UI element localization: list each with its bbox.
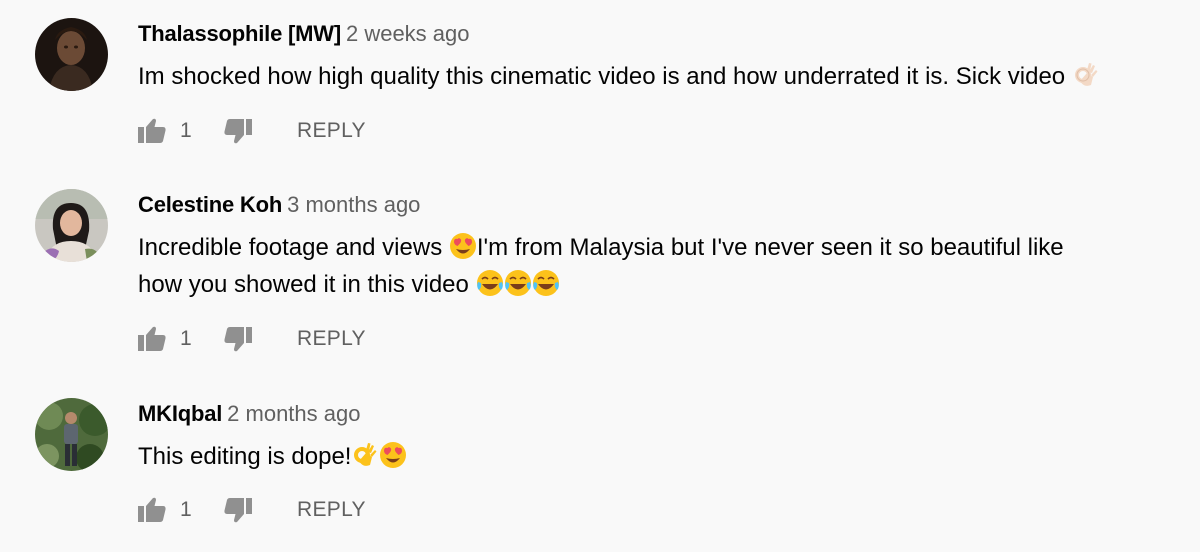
- comment-text: This editing is dope!: [138, 438, 407, 475]
- like-button[interactable]: [136, 116, 168, 146]
- comment-text-line: This editing is dope!: [138, 443, 352, 470]
- avatar[interactable]: [35, 189, 108, 262]
- tears-of-joy-emoji-icon: [504, 269, 532, 297]
- heart-eyes-emoji-icon: [379, 441, 407, 469]
- like-count: 1: [180, 327, 192, 350]
- dislike-button[interactable]: [222, 324, 254, 354]
- heart-eyes-emoji-icon: [449, 232, 477, 260]
- comment-timestamp[interactable]: 2 months ago: [227, 401, 360, 426]
- avatar[interactable]: [35, 18, 108, 91]
- author-name[interactable]: MKIqbal: [138, 401, 222, 426]
- comment-timestamp[interactable]: 3 months ago: [287, 192, 420, 217]
- tears-of-joy-emoji-icon: [532, 269, 560, 297]
- comment-header: Thalassophile [MW] 2 weeks ago: [138, 19, 470, 49]
- emoji-group: [476, 266, 560, 303]
- comment-text: Im shocked how high quality this cinemat…: [138, 58, 1100, 95]
- reply-button[interactable]: REPLY: [297, 116, 366, 146]
- tears-of-joy-emoji-icon: [476, 269, 504, 297]
- ok-hand-light-emoji-icon: [1072, 61, 1100, 89]
- thumbs-down-icon: [224, 498, 252, 523]
- thumbs-up-icon: [138, 326, 166, 351]
- ok-hand-emoji-icon: [351, 441, 379, 469]
- like-button[interactable]: [136, 324, 168, 354]
- comment-text: Incredible footage and views I'm from Ma…: [138, 229, 1064, 303]
- like-button[interactable]: [136, 495, 168, 525]
- thumbs-up-icon: [138, 497, 166, 522]
- comment-header: Celestine Koh 3 months ago: [138, 190, 420, 220]
- thumbs-down-icon: [224, 327, 252, 352]
- like-count: 1: [180, 119, 192, 142]
- dislike-button[interactable]: [222, 116, 254, 146]
- comment-header: MKIqbal 2 months ago: [138, 399, 360, 429]
- comment-text-segment: Incredible footage and views: [138, 234, 443, 261]
- author-name[interactable]: Thalassophile [MW]: [138, 21, 341, 46]
- like-count: 1: [180, 498, 192, 521]
- comment-text-line: Im shocked how high quality this cinemat…: [138, 63, 1066, 90]
- comment-timestamp[interactable]: 2 weeks ago: [346, 21, 470, 46]
- comment-text-segment: I'm from Malaysia but I've never seen it…: [476, 234, 1064, 261]
- avatar[interactable]: [35, 398, 108, 471]
- comment-text-line: how you showed it in this video: [138, 271, 469, 298]
- reply-button[interactable]: REPLY: [297, 495, 366, 525]
- dislike-button[interactable]: [222, 495, 254, 525]
- reply-button[interactable]: REPLY: [297, 324, 366, 354]
- thumbs-up-icon: [138, 118, 166, 143]
- thumbs-down-icon: [224, 119, 252, 144]
- author-name[interactable]: Celestine Koh: [138, 192, 282, 217]
